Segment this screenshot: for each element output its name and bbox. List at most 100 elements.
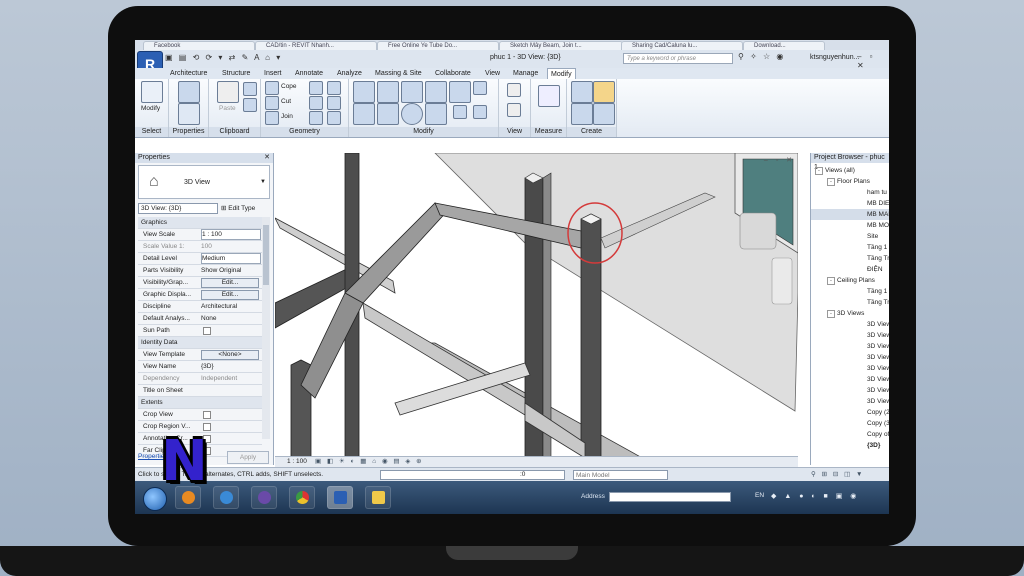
chevron-down-icon[interactable]: ▼ xyxy=(260,179,266,185)
taskbar-chrome[interactable] xyxy=(289,486,315,509)
cope-icon[interactable] xyxy=(265,81,279,95)
tree-item[interactable]: 3D View 7 xyxy=(811,385,889,396)
status-filter-icons[interactable]: ⚲ ⊞ ⊟ ◫ ▼ xyxy=(811,468,864,482)
apply-button[interactable]: Apply xyxy=(227,451,269,464)
move-icon[interactable] xyxy=(353,103,375,125)
paste-label[interactable]: Paste xyxy=(219,105,236,112)
offset-icon[interactable] xyxy=(377,81,399,103)
browser-tab[interactable]: CAD/tin - REVIT Nhanh... xyxy=(255,41,377,50)
tree-item[interactable]: Site xyxy=(811,231,889,242)
scroll-thumb[interactable] xyxy=(263,225,269,285)
tab-architecture[interactable]: Architecture xyxy=(167,68,210,79)
demolish-icon[interactable] xyxy=(327,96,341,110)
copy-element-icon[interactable] xyxy=(377,103,399,125)
tree-item[interactable]: {3D} xyxy=(811,440,889,451)
tree-item[interactable]: 3D View 2 xyxy=(811,330,889,341)
properties-scrollbar[interactable] xyxy=(262,217,270,439)
view-control-icons[interactable]: ▣ ◧ ☀ ◐ ▦ ⌂ ◉ ▤ ◈ ⊕ xyxy=(315,457,424,467)
property-value[interactable]: 1 : 100 xyxy=(201,229,261,240)
property-row[interactable]: View Scale 1 : 100 xyxy=(138,229,262,241)
tree-item[interactable]: 3D View 4 xyxy=(811,352,889,363)
tree-expander[interactable]: - xyxy=(827,178,835,186)
tree-expander[interactable]: - xyxy=(827,277,835,285)
property-row[interactable]: Scale Value 1: 100 xyxy=(138,241,262,253)
tree-item[interactable]: Tầng Trệt xyxy=(811,297,889,308)
property-edit-button[interactable]: Edit... xyxy=(201,278,259,288)
tree-item[interactable]: 3D View 6 xyxy=(811,374,889,385)
infocenter-icons[interactable]: ⚲ ✧ ☆ ◉ xyxy=(738,52,785,61)
checkbox[interactable] xyxy=(203,327,211,335)
unjoin-icon[interactable] xyxy=(327,111,341,125)
quick-access-toolbar[interactable]: ▣ ▤ ⟲ ⟳ ▾ ⇄ ✎ A ⌂ ▾ xyxy=(165,53,282,62)
align-icon[interactable] xyxy=(353,81,375,103)
tree-item[interactable]: Copy of {3D} xyxy=(811,429,889,440)
tab-manage[interactable]: Manage xyxy=(510,68,541,79)
user-name[interactable]: ktsnguyenhun... xyxy=(810,54,859,61)
scale-icon[interactable] xyxy=(473,105,487,119)
property-group[interactable]: Identity Data xyxy=(138,337,262,349)
property-row[interactable]: Dependency Independent xyxy=(138,373,262,385)
view-window-controls[interactable]: – ▫ ✕ xyxy=(764,156,795,164)
measure-icon[interactable] xyxy=(538,85,560,107)
tab-massing-site[interactable]: Massing & Site xyxy=(372,68,425,79)
tree-item[interactable]: ĐIỆN xyxy=(811,264,889,275)
properties-icon[interactable] xyxy=(178,81,200,103)
join-icon[interactable] xyxy=(265,111,279,125)
paint-icon[interactable] xyxy=(327,81,341,95)
property-row[interactable]: Graphic Displa... Edit... xyxy=(138,289,262,301)
property-row[interactable]: Title on Sheet xyxy=(138,385,262,397)
view-scale[interactable]: 1 : 100 xyxy=(287,457,307,467)
property-group[interactable]: Graphics xyxy=(138,217,262,229)
property-value[interactable]: Medium xyxy=(201,253,261,264)
trim-extend-icon[interactable] xyxy=(425,103,447,125)
tree-item[interactable]: Copy (3) of {3D} xyxy=(811,418,889,429)
cursor-icon[interactable] xyxy=(141,81,163,103)
panel-label[interactable]: Modify xyxy=(349,127,498,137)
type-selector[interactable]: ⌂ 3D View ▼ xyxy=(138,165,270,199)
property-row[interactable]: View Template <None> xyxy=(138,349,262,361)
tree-item[interactable]: - Views (all) xyxy=(811,165,889,176)
mirror-axis-icon[interactable] xyxy=(401,81,423,103)
tree-item[interactable]: - Floor Plans xyxy=(811,176,889,187)
system-tray-icons[interactable]: ◆ ▲ ● ◐ ■ ▣ ◉ xyxy=(771,492,859,500)
mirror-draw-icon[interactable] xyxy=(425,81,447,103)
property-row[interactable]: Visibility/Grap... Edit... xyxy=(138,277,262,289)
override-icon[interactable] xyxy=(507,103,521,117)
panel-label[interactable]: Select xyxy=(135,127,168,137)
cut-label[interactable]: Cut xyxy=(281,98,291,105)
tree-item[interactable]: 3D View 5 xyxy=(811,363,889,374)
viewcube-icon[interactable] xyxy=(739,212,777,250)
beam-join-icon[interactable] xyxy=(309,111,323,125)
join-label[interactable]: Join xyxy=(281,113,293,120)
tree-item[interactable]: - Ceiling Plans xyxy=(811,275,889,286)
3d-model-canvas[interactable] xyxy=(275,153,798,465)
tree-item[interactable]: Tầng 1 xyxy=(811,242,889,253)
tree-item[interactable]: Copy (2) of {3D} xyxy=(811,407,889,418)
tree-item[interactable]: 3D View 1 xyxy=(811,319,889,330)
close-icon[interactable]: ✕ xyxy=(264,153,270,163)
browser-tab[interactable]: Facebook xyxy=(143,41,255,50)
help-search-input[interactable]: Type a keyword or phrase xyxy=(623,53,733,64)
panel-label[interactable]: Geometry xyxy=(261,127,348,137)
array-icon[interactable] xyxy=(453,105,467,119)
edit-type-button[interactable]: ⊞ Edit Type xyxy=(221,203,255,214)
tree-item[interactable]: Tầng Trệt xyxy=(811,253,889,264)
taskbar-revit[interactable] xyxy=(327,486,353,509)
language-indicator[interactable]: EN xyxy=(755,492,764,499)
hide-icon[interactable] xyxy=(507,83,521,97)
design-option-select[interactable]: Main Model xyxy=(573,470,668,480)
split-face-icon[interactable] xyxy=(309,81,323,95)
modify-label[interactable]: Modify xyxy=(141,105,160,112)
tree-item[interactable]: 3D View 8 xyxy=(811,396,889,407)
taskbar-torrent[interactable] xyxy=(251,486,277,509)
rotate-icon[interactable] xyxy=(401,103,423,125)
panel-label[interactable]: Properties xyxy=(169,127,208,137)
tree-item[interactable]: MB MAI xyxy=(811,209,889,220)
instance-filter-select[interactable]: 3D View: {3D} xyxy=(138,203,218,214)
paste-icon[interactable] xyxy=(217,81,239,103)
tree-item[interactable]: 3D View 3 xyxy=(811,341,889,352)
cut-icon[interactable] xyxy=(243,98,257,112)
create-parts-icon[interactable] xyxy=(571,81,593,103)
tree-expander[interactable]: - xyxy=(827,310,835,318)
taskbar-explorer[interactable] xyxy=(365,486,391,509)
